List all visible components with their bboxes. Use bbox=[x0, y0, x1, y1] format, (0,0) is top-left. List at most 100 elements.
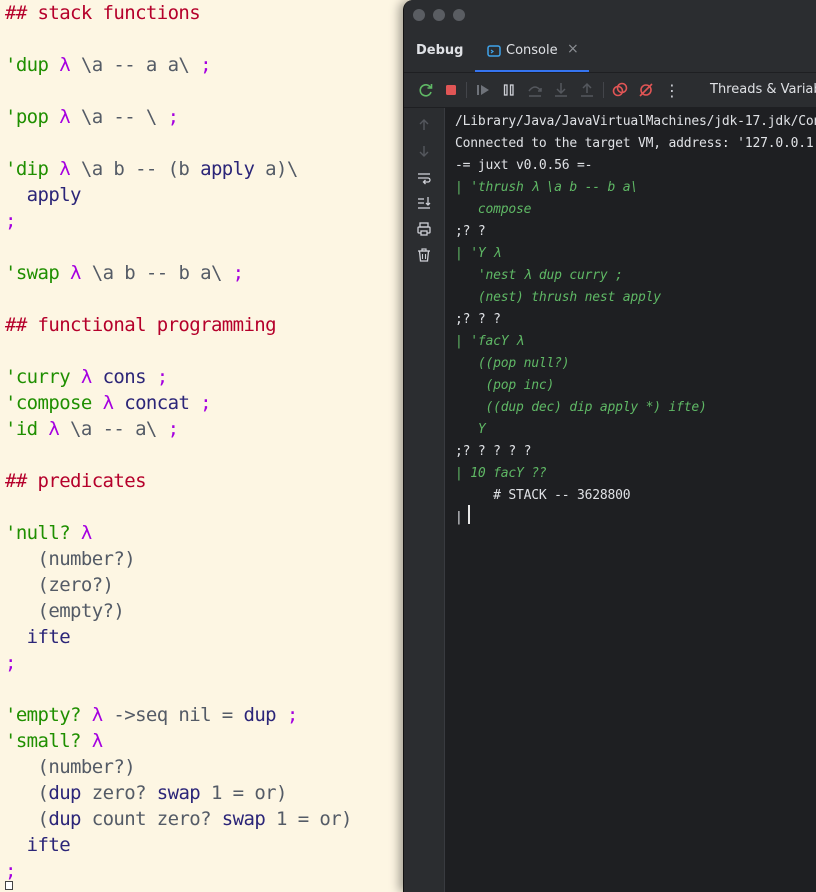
code-line: 'pop λ \a -- \ ; bbox=[5, 104, 179, 130]
print-button[interactable] bbox=[414, 219, 434, 239]
zoom-window-button[interactable] bbox=[453, 9, 465, 21]
code-token-plain: (number?) bbox=[5, 756, 136, 778]
code-token-lambda: λ bbox=[59, 54, 71, 76]
code-token-name: 'id bbox=[5, 418, 38, 440]
code-token-plain: ->seq nil = bbox=[102, 704, 233, 726]
code-token-lambda: λ bbox=[48, 418, 60, 440]
step-out-button[interactable] bbox=[576, 79, 598, 101]
code-line: 'null? λ bbox=[5, 520, 92, 546]
console-input-line: | 10 facY ?? bbox=[455, 466, 547, 481]
code-line: ifte bbox=[5, 832, 71, 858]
code-token-name: 'empty? bbox=[5, 704, 81, 726]
console-input-line: Y bbox=[455, 422, 486, 437]
console-input-line: ((dup dec) dip apply *) ifte) bbox=[455, 400, 707, 415]
code-line: ; bbox=[5, 208, 16, 234]
code-token-lambda: λ bbox=[91, 730, 103, 752]
code-line: 'swap λ \a b -- b a\ ; bbox=[5, 260, 244, 286]
code-line: apply bbox=[5, 182, 82, 208]
console-output-line: ;? ? bbox=[455, 224, 486, 239]
scroll-to-end-icon bbox=[418, 197, 431, 209]
tab-threads-variables[interactable]: Threads & Variables bbox=[710, 82, 816, 97]
code-line: ## predicates bbox=[5, 468, 147, 494]
console-output-line: | bbox=[455, 510, 463, 525]
code-token-semi: ; bbox=[189, 392, 211, 414]
console-input-line: 'nest λ dup curry ; bbox=[455, 268, 623, 283]
console-input-line: (pop inc) bbox=[455, 378, 555, 393]
stop-icon bbox=[446, 85, 456, 95]
console-input-line: compose bbox=[455, 202, 532, 217]
scroll-to-end-button[interactable] bbox=[414, 193, 434, 213]
debug-toolbar: ⋮ Threads & Variables bbox=[404, 73, 816, 107]
more-actions-button[interactable]: ⋮ bbox=[661, 79, 683, 101]
debug-window: Debug Console × ⋮ Threads & Varia /Libra… bbox=[403, 0, 816, 892]
editor-scroll-corner bbox=[5, 881, 13, 890]
tab-console-label: Console bbox=[506, 43, 558, 58]
code-token-plain: \a b -- (b bbox=[70, 158, 190, 180]
code-token-kw: cons bbox=[91, 366, 147, 388]
resume-button[interactable] bbox=[472, 79, 494, 101]
code-token-name: 'null? bbox=[5, 522, 71, 544]
console-input-line: ((pop null?) bbox=[455, 356, 570, 371]
console-input-line: | 'Y λ bbox=[455, 246, 501, 261]
console-output-line: ;? ? ? bbox=[455, 312, 501, 327]
view-breakpoints-button[interactable] bbox=[609, 79, 631, 101]
code-token-lambda: λ bbox=[59, 106, 71, 128]
code-line: (dup zero? swap 1 = or) bbox=[5, 780, 288, 806]
code-token-semi: ; bbox=[5, 210, 16, 232]
console-output-line: /Library/Java/JavaVirtualMachines/jdk-17… bbox=[455, 114, 816, 129]
code-line: 'small? λ bbox=[5, 728, 103, 754]
code-token-kw: concat bbox=[113, 392, 190, 414]
code-line: 'dip λ \a b -- (b apply a)\ bbox=[5, 156, 298, 182]
clear-all-button[interactable] bbox=[414, 245, 434, 265]
console-input-line: | 'facY λ bbox=[455, 334, 524, 349]
step-into-button[interactable] bbox=[550, 79, 572, 101]
code-token-name: 'dip bbox=[5, 158, 49, 180]
scroll-up-button[interactable] bbox=[414, 115, 434, 135]
code-token-kw: ifte bbox=[5, 626, 71, 648]
arrow-up-icon bbox=[419, 119, 429, 130]
minimize-window-button[interactable] bbox=[433, 9, 445, 21]
close-icon[interactable]: × bbox=[567, 41, 579, 57]
code-token-plain2: a)\ bbox=[254, 158, 298, 180]
pause-button[interactable] bbox=[498, 79, 520, 101]
code-token-plain3: 1 = or) bbox=[265, 808, 352, 830]
pause-icon bbox=[503, 84, 514, 96]
code-token-kw: dup bbox=[232, 704, 276, 726]
code-line: (empty?) bbox=[5, 598, 125, 624]
code-token-lambda: λ bbox=[91, 704, 103, 726]
console-output-line: # STACK -- 3628800 bbox=[455, 488, 631, 503]
trash-icon bbox=[418, 248, 430, 262]
code-editor[interactable]: ## stack functions'dup λ \a -- a a\ ;'po… bbox=[0, 0, 400, 892]
code-line: 'dup λ \a -- a a\ ; bbox=[5, 52, 212, 78]
code-token-lambda: λ bbox=[80, 366, 92, 388]
code-token-semi: ; bbox=[5, 860, 16, 882]
code-token-plain: \a -- a a\ bbox=[70, 54, 190, 76]
text-cursor bbox=[468, 505, 470, 524]
more-icon: ⋮ bbox=[664, 80, 680, 100]
console-output[interactable]: /Library/Java/JavaVirtualMachines/jdk-17… bbox=[445, 108, 816, 892]
console-output-line: Connected to the target VM, address: '12… bbox=[455, 136, 816, 151]
step-over-button[interactable] bbox=[524, 79, 546, 101]
step-over-icon bbox=[528, 86, 542, 97]
code-token-kw: dup bbox=[48, 808, 81, 830]
code-token-lambda: λ bbox=[102, 392, 114, 414]
scroll-down-button[interactable] bbox=[414, 141, 434, 161]
tab-console[interactable]: Console × bbox=[475, 32, 589, 72]
soft-wrap-button[interactable] bbox=[414, 168, 434, 188]
code-token-plain: (zero?) bbox=[5, 574, 114, 596]
mute-breakpoints-button[interactable] bbox=[635, 79, 657, 101]
mute-breakpoints-icon bbox=[639, 83, 653, 97]
code-token-plain2: zero? bbox=[80, 782, 147, 804]
code-token-plain: (empty?) bbox=[5, 600, 125, 622]
code-token-plain: ( bbox=[5, 782, 49, 804]
code-token-name: 'small? bbox=[5, 730, 81, 752]
code-token-plain3: 1 = or) bbox=[200, 782, 287, 804]
code-token-name: 'curry bbox=[5, 366, 71, 388]
code-line: (zero?) bbox=[5, 572, 114, 598]
console-gutter bbox=[404, 108, 445, 892]
stop-button[interactable] bbox=[440, 79, 462, 101]
rerun-button[interactable] bbox=[415, 79, 437, 101]
debug-tabs-bar: Debug Console × bbox=[404, 32, 816, 72]
close-window-button[interactable] bbox=[413, 9, 425, 21]
code-token-name: 'pop bbox=[5, 106, 49, 128]
